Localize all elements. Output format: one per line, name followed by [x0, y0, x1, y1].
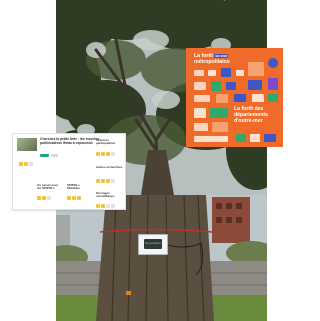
- article-thumbnail: [17, 138, 37, 151]
- infographic-year-tag: EN 2022: [214, 54, 229, 58]
- section-rating: [19, 162, 33, 166]
- star-icon: [77, 196, 81, 200]
- tree-trunk-sensor-photo: GreenMeter: [56, 195, 267, 321]
- sensor-logo: GreenMeter: [145, 241, 162, 245]
- tree-trunk-image: [56, 195, 267, 321]
- star-icon: [96, 204, 100, 208]
- article-badge: [40, 154, 49, 157]
- star-icon: [67, 196, 71, 200]
- infographic-block: [194, 70, 204, 76]
- infographic-block: [248, 80, 262, 90]
- infographic-icon: [268, 58, 278, 68]
- star-icon: [106, 152, 110, 156]
- star-icon: [111, 204, 115, 208]
- infographic-block: [236, 70, 244, 76]
- star-icon: [96, 179, 100, 183]
- star-icon: [101, 152, 105, 156]
- infographic-block: [194, 108, 206, 118]
- infographic-block: [221, 68, 231, 77]
- star-icon: [37, 196, 41, 200]
- infographic-block: [194, 82, 206, 90]
- star-icon: [111, 179, 115, 183]
- star-icon: [29, 162, 33, 166]
- infographic-block: [194, 95, 210, 102]
- star-icon: [101, 204, 105, 208]
- infographic-block: [216, 94, 228, 103]
- infographic-title-overseas: La forêt des départements d'outre-mer: [234, 106, 280, 124]
- infographic-block: [211, 81, 221, 91]
- infographic-block: [252, 94, 264, 102]
- infographic-title-line3: La forêt des départements: [234, 106, 269, 118]
- star-icon: [96, 152, 100, 156]
- infographic-block: [194, 136, 228, 142]
- star-icon: [72, 196, 76, 200]
- section-rating: [96, 152, 115, 156]
- star-icon: [106, 204, 110, 208]
- infographic-block: [212, 122, 228, 132]
- section-label: Un savoir pour les SPIPOLs: [37, 183, 59, 191]
- article-title: Cherchez la petite bête : les insectes p…: [40, 137, 100, 145]
- star-icon: [106, 179, 110, 183]
- infographic-block: [268, 94, 278, 102]
- sensor-device: GreenMeter: [138, 234, 168, 255]
- infographic-title-line2: métropolitaine: [194, 58, 230, 65]
- section-label: Sciences participatives: [96, 138, 116, 146]
- section-label: SPIPOLs filmables: [67, 183, 81, 191]
- star-icon: [24, 162, 28, 166]
- infographic-title-line4: d'outre-mer: [234, 117, 263, 124]
- infographic-block: [236, 134, 246, 142]
- star-icon: [47, 196, 51, 200]
- section-label: Ouvrages scientifiques: [96, 191, 115, 199]
- infographic-block: [250, 134, 260, 142]
- infographic-block: [194, 123, 208, 131]
- section-rating: [96, 179, 115, 183]
- infographic-block: [210, 108, 228, 118]
- infographic-title: La forêt EN 2022 métropolitaine: [194, 53, 252, 65]
- section-rating: [96, 204, 115, 208]
- infographic-block: [264, 134, 276, 142]
- infographic-block: [268, 78, 278, 90]
- infographic-block: [208, 70, 216, 76]
- article-badge-secondary: [51, 154, 58, 157]
- section-rating: [67, 196, 81, 200]
- infographic-block: [234, 94, 246, 102]
- forest-infographic-card: La forêt EN 2022 métropolitaine La forêt…: [186, 48, 283, 147]
- section-rating: [37, 196, 51, 200]
- star-icon: [42, 196, 46, 200]
- section-label: Autres recherches: [96, 165, 123, 169]
- star-icon: [19, 162, 23, 166]
- star-icon: [101, 179, 105, 183]
- article-card: Cherchez la petite bête : les insectes p…: [12, 133, 126, 210]
- infographic-block: [226, 82, 236, 90]
- star-icon: [111, 152, 115, 156]
- infographic-block: [248, 62, 264, 76]
